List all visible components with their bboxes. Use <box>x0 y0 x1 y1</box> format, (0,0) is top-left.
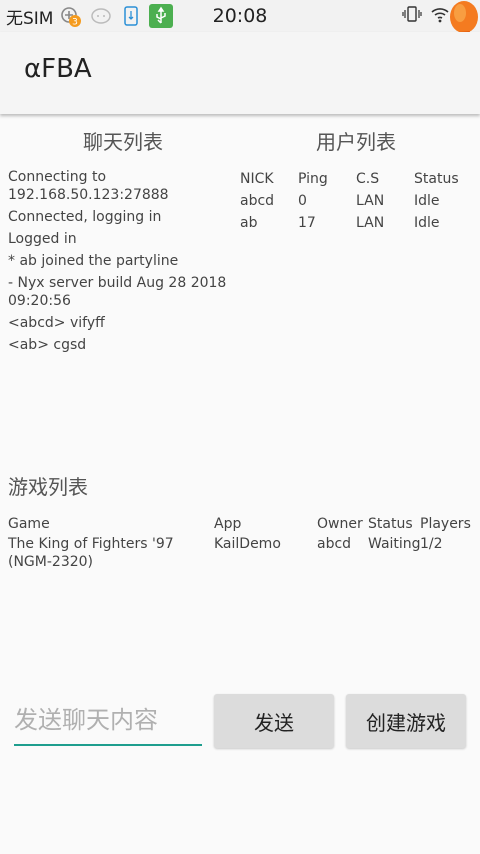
column-header-nick: NICK <box>240 171 274 187</box>
column-header-app: App <box>214 516 242 532</box>
user-status: Idle <box>414 193 440 209</box>
chat-line: Connecting to 192.168.50.123:27888 <box>8 169 169 203</box>
send-button[interactable]: 发送 <box>214 694 334 748</box>
vibrate-icon <box>402 4 422 29</box>
chat-line: * ab joined the partyline <box>8 253 179 269</box>
chat-list-title: 聊天列表 <box>83 130 163 154</box>
user-nick: abcd <box>240 193 275 209</box>
chat-message-input[interactable] <box>14 698 202 742</box>
user-connection: LAN <box>356 193 385 209</box>
user-table-header: NICK Ping C.S Status <box>240 168 474 190</box>
column-header-status: Status <box>414 171 459 187</box>
create-game-button[interactable]: 创建游戏 <box>346 694 466 748</box>
chat-line: <ab> cgsd <box>8 337 87 353</box>
column-header-ping: Ping <box>298 171 328 187</box>
app-bar: αFBA <box>0 32 480 114</box>
column-header-owner: Owner <box>317 516 363 532</box>
chat-input-container <box>14 698 202 746</box>
chat-line: <abcd> vifyff <box>8 315 105 331</box>
app-title: αFBA <box>24 54 92 84</box>
column-header-status: Status <box>368 516 413 532</box>
chat-log: Connecting to 192.168.50.123:27888 Conne… <box>8 168 228 358</box>
status-bar: 无SIM 3 20:08 <box>0 0 480 32</box>
user-row[interactable]: ab 17 LAN Idle <box>240 212 474 234</box>
game-app: KailDemo <box>214 536 281 552</box>
chat-line: Connected, logging in <box>8 209 162 225</box>
chat-line: Logged in <box>8 231 77 247</box>
game-owner: abcd <box>317 536 352 552</box>
user-ping: 17 <box>298 215 316 231</box>
game-list-table: Game App Owner Status Players The King o… <box>8 513 476 571</box>
game-name: The King of Fighters '97 (NGM-2320) <box>8 536 174 570</box>
user-status: Idle <box>414 215 440 231</box>
game-list-title: 游戏列表 <box>8 475 88 499</box>
user-ping: 0 <box>298 193 307 209</box>
user-list-title: 用户列表 <box>316 130 396 154</box>
column-header-game: Game <box>8 516 50 532</box>
user-list-table: NICK Ping C.S Status abcd 0 LAN Idle ab … <box>240 168 474 234</box>
game-status: Waiting <box>368 536 421 552</box>
user-row[interactable]: abcd 0 LAN Idle <box>240 190 474 212</box>
chat-line: - Nyx server build Aug 28 2018 09:20:56 <box>8 275 227 309</box>
game-row[interactable]: The King of Fighters '97 (NGM-2320) Kail… <box>8 535 476 571</box>
user-connection: LAN <box>356 215 385 231</box>
column-header-cs: C.S <box>356 171 380 187</box>
game-players: 1/2 <box>420 536 443 552</box>
game-table-header: Game App Owner Status Players <box>8 513 476 535</box>
user-nick: ab <box>240 215 258 231</box>
column-header-players: Players <box>420 516 471 532</box>
